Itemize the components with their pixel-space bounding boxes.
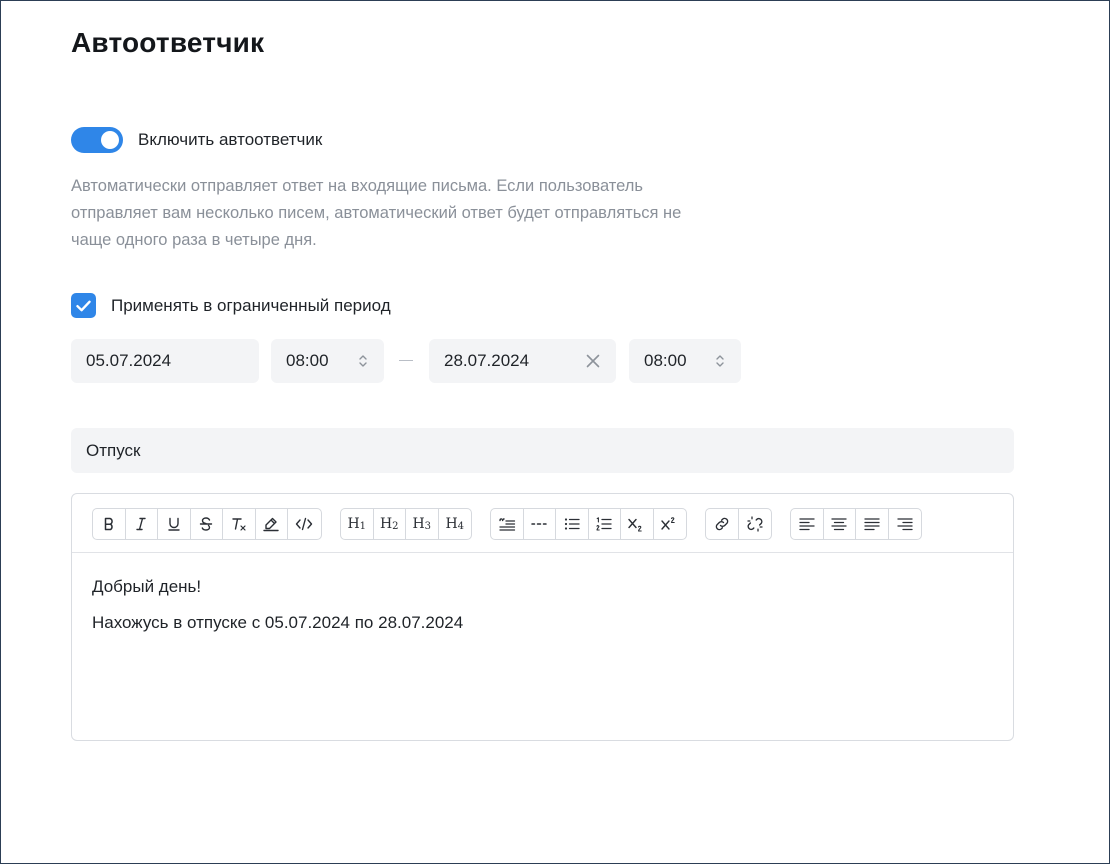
link-icon — [715, 517, 729, 531]
blockquote-button[interactable] — [491, 509, 524, 539]
heading-4-icon: H4 — [445, 516, 465, 532]
period-checkbox[interactable] — [71, 293, 96, 318]
italic-button[interactable] — [126, 509, 158, 539]
message-editor: H1 H2 H3 H4 Добрый день! Нахожусь в отпу… — [71, 493, 1014, 741]
subject-value: Отпуск — [86, 440, 141, 460]
clear-format-button[interactable] — [223, 509, 256, 539]
subscript-button[interactable] — [621, 509, 654, 539]
horizontal-rule-icon — [531, 523, 547, 525]
highlight-icon — [263, 517, 279, 532]
chevron-up-down-icon — [716, 355, 724, 367]
align-justify-button[interactable] — [856, 509, 889, 539]
align-right-button[interactable] — [889, 509, 922, 539]
end-date-input[interactable]: 28.07.2024 — [429, 339, 616, 383]
strikethrough-icon — [200, 517, 213, 531]
start-time-stepper[interactable] — [358, 339, 368, 383]
autoreply-toggle-row: Включить автоответчик — [71, 127, 322, 153]
link-button[interactable] — [706, 509, 739, 539]
superscript-button[interactable] — [654, 509, 687, 539]
settings-panel: Автоответчик Включить автоответчик Автом… — [0, 0, 1110, 864]
end-time-select[interactable]: 08:00 — [629, 339, 741, 383]
ordered-list-icon — [596, 517, 612, 531]
subscript-icon — [628, 518, 642, 532]
heading-4-button[interactable]: H4 — [439, 509, 472, 539]
bullet-list-icon — [564, 518, 580, 530]
toolbar-group-links — [705, 508, 772, 540]
superscript-icon — [661, 517, 675, 530]
underline-button[interactable] — [158, 509, 191, 539]
close-icon — [586, 354, 600, 368]
heading-3-button[interactable]: H3 — [406, 509, 439, 539]
toolbar-group-format — [92, 508, 322, 540]
bold-button[interactable] — [93, 509, 126, 539]
unlink-icon — [747, 516, 763, 532]
heading-1-button[interactable]: H1 — [341, 509, 374, 539]
heading-3-icon: H3 — [412, 516, 432, 532]
checkmark-icon — [76, 300, 91, 311]
code-button[interactable] — [288, 509, 321, 539]
period-checkbox-label[interactable]: Применять в ограниченный период — [111, 296, 391, 316]
toolbar-group-blocks — [490, 508, 687, 540]
message-line: Добрый день! — [92, 577, 202, 596]
end-time-stepper[interactable] — [715, 339, 725, 383]
heading-2-icon: H2 — [379, 516, 399, 532]
toggle-knob — [101, 131, 119, 149]
chevron-up-down-icon — [359, 355, 367, 367]
bullet-list-button[interactable] — [556, 509, 589, 539]
end-date-value: 28.07.2024 — [444, 351, 530, 370]
page-title: Автоответчик — [71, 27, 265, 58]
start-time-value: 08:00 — [286, 351, 329, 370]
italic-icon — [136, 517, 146, 531]
start-date-input[interactable]: 05.07.2024 — [71, 339, 259, 383]
heading-1-icon: H1 — [347, 516, 367, 532]
bold-icon — [104, 517, 113, 531]
underline-icon — [168, 517, 180, 531]
align-justify-icon — [864, 518, 880, 531]
horizontal-rule-button[interactable] — [524, 509, 556, 539]
align-right-icon — [897, 518, 913, 531]
toolbar-group-align — [790, 508, 922, 540]
unlink-button[interactable] — [739, 509, 772, 539]
highlight-button[interactable] — [256, 509, 288, 539]
align-left-icon — [799, 518, 815, 531]
heading-2-button[interactable]: H2 — [374, 509, 406, 539]
subject-input[interactable]: Отпуск — [71, 428, 1014, 473]
date-range-dash — [399, 360, 413, 361]
start-date-value: 05.07.2024 — [86, 351, 172, 370]
start-time-select[interactable]: 08:00 — [271, 339, 384, 383]
message-line: Нахожусь в отпуске с 05.07.2024 по 28.07… — [92, 613, 464, 632]
blockquote-icon — [499, 518, 515, 531]
autoreply-toggle-label[interactable]: Включить автоответчик — [138, 130, 322, 150]
editor-content[interactable]: Добрый день! Нахожусь в отпуске с 05.07.… — [72, 553, 1013, 673]
clear-end-date-button[interactable] — [586, 339, 600, 383]
code-icon — [296, 517, 313, 531]
period-checkbox-row: Применять в ограниченный период — [71, 293, 391, 318]
strikethrough-button[interactable] — [191, 509, 223, 539]
end-time-value: 08:00 — [644, 351, 687, 370]
ordered-list-button[interactable] — [589, 509, 621, 539]
toolbar-group-headings: H1 H2 H3 H4 — [340, 508, 472, 540]
clear-format-icon — [232, 518, 246, 531]
align-left-button[interactable] — [791, 509, 824, 539]
align-center-button[interactable] — [824, 509, 856, 539]
align-center-icon — [831, 518, 847, 531]
autoreply-description: Автоматически отправляет ответ на входящ… — [71, 177, 682, 249]
editor-toolbar: H1 H2 H3 H4 — [72, 494, 1013, 553]
autoreply-toggle[interactable] — [71, 127, 123, 153]
